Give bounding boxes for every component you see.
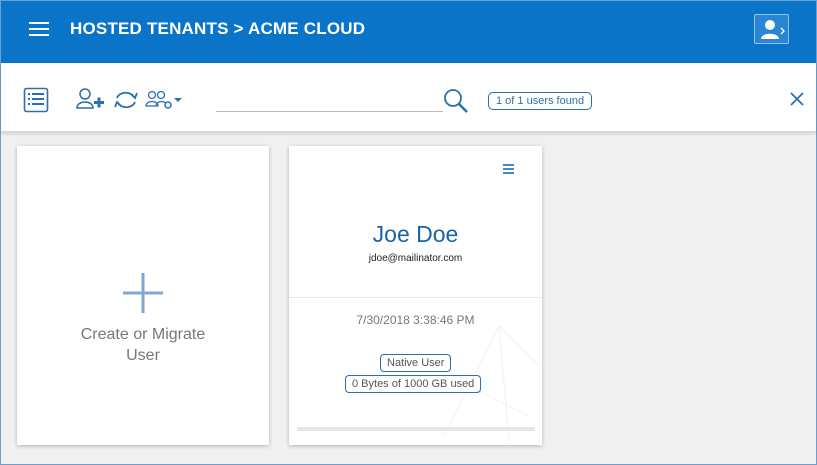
page-title: HOSTED TENANTS > ACME CLOUD bbox=[70, 19, 366, 38]
sync-icon[interactable] bbox=[113, 89, 139, 111]
create-user-label: Create or Migrate User bbox=[17, 324, 269, 366]
user-type-badge: Native User bbox=[380, 354, 452, 372]
hamburger-menu-icon[interactable] bbox=[29, 21, 49, 37]
users-found-badge: 1 of 1 users found bbox=[488, 92, 593, 110]
search-icon[interactable] bbox=[442, 87, 470, 115]
create-user-card[interactable]: Create or Migrate User bbox=[17, 146, 269, 445]
user-card[interactable] bbox=[289, 146, 542, 445]
search-underline bbox=[216, 111, 443, 112]
top-bar: HOSTED TENANTS > ACME CLOUD bbox=[1, 1, 816, 63]
user-date: 7/30/2018 3:38:46 PM bbox=[356, 313, 475, 327]
add-user-icon[interactable] bbox=[75, 87, 105, 111]
card-divider bbox=[289, 297, 542, 298]
storage-usage-badge: 0 Bytes of 1000 GB used bbox=[345, 375, 482, 393]
close-icon[interactable] bbox=[789, 91, 805, 107]
group-settings-icon[interactable] bbox=[145, 89, 183, 111]
user-account-icon bbox=[761, 20, 785, 39]
card-menu-icon[interactable] bbox=[503, 164, 514, 174]
create-label-line1: Create or Migrate bbox=[80, 326, 206, 343]
create-label-line2: User bbox=[126, 347, 160, 364]
user-email: jdoe@mailinator.com bbox=[368, 253, 463, 264]
plus-icon bbox=[123, 273, 163, 313]
card-bottom-bar bbox=[297, 427, 535, 431]
search-input[interactable] bbox=[216, 89, 443, 111]
user-account-button[interactable] bbox=[754, 14, 789, 44]
list-view-icon[interactable] bbox=[23, 87, 49, 113]
user-name[interactable]: Joe Doe bbox=[289, 221, 542, 248]
